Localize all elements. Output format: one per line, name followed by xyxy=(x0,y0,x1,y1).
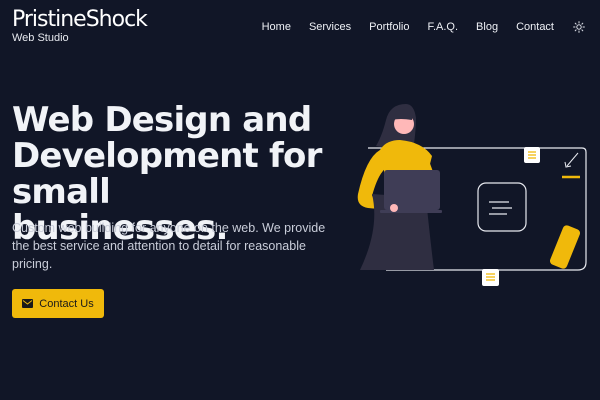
hero-title-line: Development for xyxy=(12,136,322,176)
nav-portfolio[interactable]: Portfolio xyxy=(369,20,409,34)
brand-name: PristineShock xyxy=(12,7,148,32)
logo[interactable]: PristineShock Web Studio xyxy=(12,7,148,44)
sun-icon[interactable] xyxy=(572,20,586,34)
hero-illustration xyxy=(357,104,587,286)
nav-home[interactable]: Home xyxy=(262,20,291,34)
main-nav: Home Services Portfolio F.A.Q. Blog Cont… xyxy=(262,20,586,34)
nav-services[interactable]: Services xyxy=(309,20,351,34)
hero-title-line: Web Design and xyxy=(12,100,312,140)
nav-blog[interactable]: Blog xyxy=(476,20,498,34)
hero-subtitle: Custom web building for anyone on the we… xyxy=(12,221,326,271)
mail-icon xyxy=(22,299,34,308)
nav-faq[interactable]: F.A.Q. xyxy=(427,20,458,34)
contact-us-button[interactable]: Contact Us xyxy=(12,289,104,318)
brand-tagline: Web Studio xyxy=(12,32,69,44)
contact-us-label: Contact Us xyxy=(39,297,94,310)
nav-contact[interactable]: Contact xyxy=(516,20,554,34)
